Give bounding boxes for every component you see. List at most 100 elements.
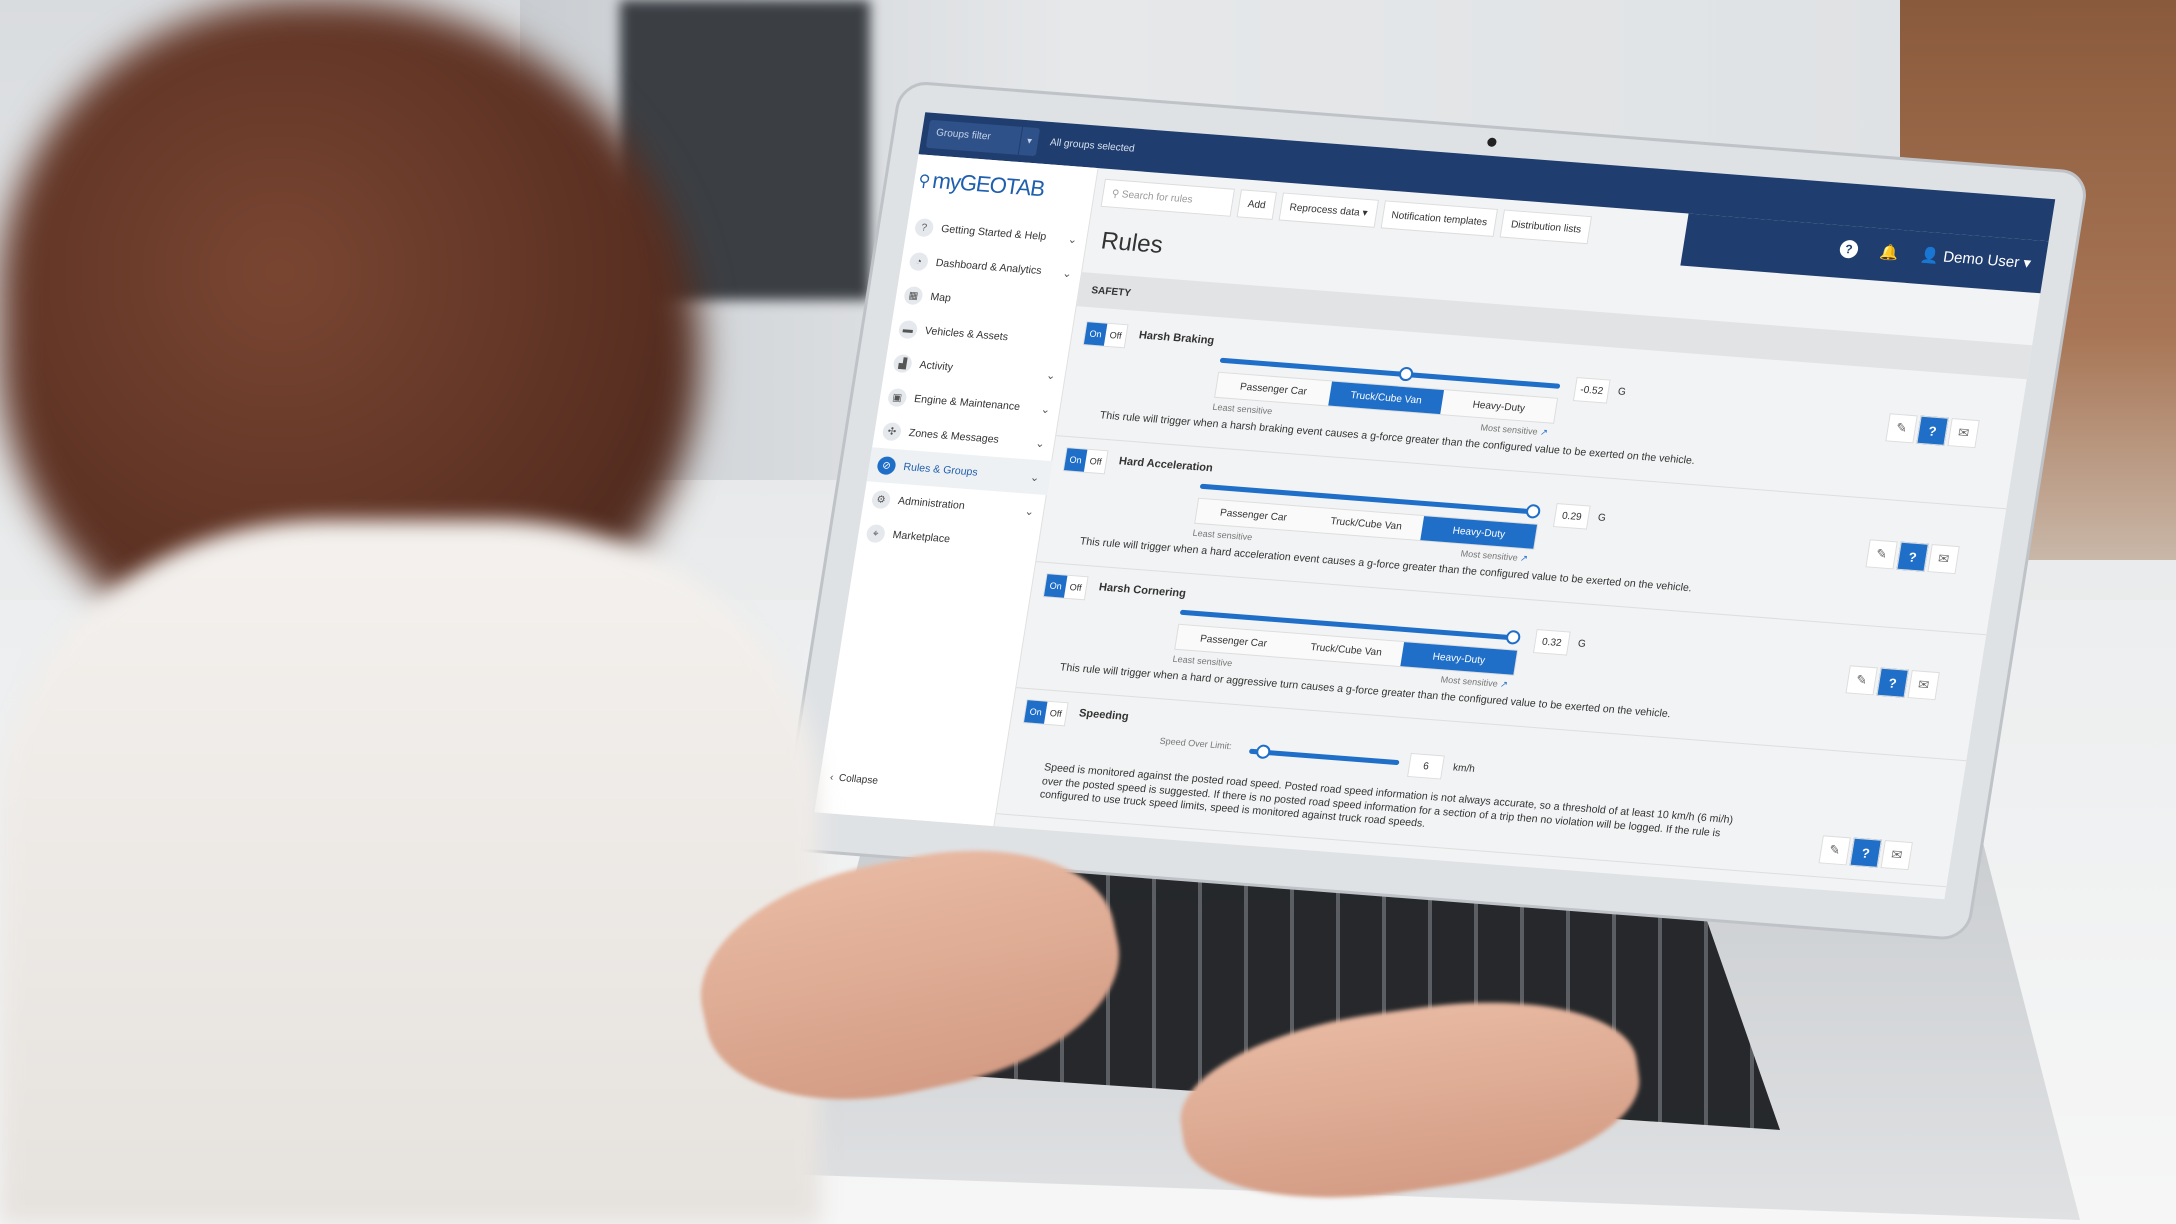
rules-page: Rules SAFETY On Off Harsh Braking Passeng…	[994, 220, 2040, 899]
most-sensitive-link[interactable]: Most sensitive ↗	[1440, 674, 1509, 690]
preset-option[interactable]: Truck/Cube Van	[1308, 507, 1424, 540]
user-name: Demo User	[1941, 248, 2021, 272]
on-off-toggle[interactable]: On Off	[1062, 447, 1109, 475]
activity-chart-icon: ▟	[892, 353, 914, 374]
external-link-icon: ↗	[1499, 678, 1509, 690]
rule-name: Harsh Cornering	[1098, 581, 1187, 600]
preset-option[interactable]: Passenger Car	[1195, 499, 1311, 532]
chevron-down-icon[interactable]: ⌄	[1029, 470, 1040, 484]
add-button[interactable]: Add	[1236, 189, 1277, 220]
chevron-down-icon[interactable]: ⌄	[1040, 402, 1051, 416]
help-button[interactable]: ?	[1896, 541, 1929, 572]
rule-actions: ✎? ✉	[1865, 539, 1960, 575]
threshold-value-input[interactable]: 0.29	[1552, 503, 1591, 530]
rules-icon: ⊘	[876, 455, 897, 476]
truck-icon: ▬	[897, 319, 919, 340]
preset-option[interactable]: Heavy-Duty	[1400, 642, 1518, 675]
sidebar-item-label: Marketplace	[891, 528, 951, 546]
toggle-off[interactable]: Off	[1064, 576, 1087, 600]
preset-option[interactable]: Heavy-Duty	[1441, 390, 1557, 423]
slider-handle[interactable]	[1398, 366, 1415, 382]
rule-name: Harsh Braking	[1137, 329, 1216, 348]
threshold-value-input[interactable]: -0.52	[1572, 377, 1611, 404]
notification-templates-button[interactable]: Notification templates	[1380, 200, 1499, 238]
chevron-down-icon[interactable]: ⌄	[1035, 436, 1046, 450]
threshold-value-input[interactable]: 0.32	[1532, 629, 1571, 656]
pencil-icon[interactable]: ✎	[1845, 665, 1878, 696]
reprocess-label: Reprocess data	[1288, 201, 1361, 219]
collapse-label: Collapse	[838, 772, 879, 787]
sidebar-item-label: Dashboard & Analytics	[934, 256, 1043, 278]
speed-value-input[interactable]: 6	[1407, 752, 1445, 780]
sidebar-item-label: Map	[929, 290, 952, 305]
speed-over-limit-label: Speed Over Limit:	[1158, 735, 1233, 752]
rule-actions: ✎? ✉	[1845, 665, 1940, 701]
toggle-off[interactable]: Off	[1084, 450, 1107, 474]
preset-option[interactable]: Truck/Cube Van	[1327, 381, 1445, 415]
most-sensitive-link[interactable]: Most sensitive ↗	[1460, 548, 1529, 564]
page-title: Rules	[1099, 227, 1165, 259]
mygeotab-app: Groups filter ▼ All groups selected ⚲ myG…	[814, 112, 2056, 900]
chevron-down-icon[interactable]: ⌄	[1067, 232, 1078, 246]
sidebar-item-label: Zones & Messages	[907, 426, 1000, 446]
help-button[interactable]: ?	[1916, 415, 1949, 446]
unit-label: G	[1577, 638, 1587, 650]
slider-handle[interactable]	[1525, 503, 1542, 519]
logo-geotab: GEOTAB	[958, 169, 1047, 202]
unit-label: km/h	[1452, 762, 1476, 775]
groups-value: All groups selected	[1049, 137, 1136, 155]
slider-handle[interactable]	[1505, 629, 1522, 645]
sidebar-item-label: Engine & Maintenance	[913, 392, 1021, 414]
logo: myGEOTAB	[931, 168, 1047, 203]
external-link-icon: ↗	[1519, 552, 1529, 564]
user-menu[interactable]: 👤 Demo User ▾	[1919, 246, 2032, 272]
search-placeholder: Search for rules	[1121, 188, 1194, 206]
pencil-icon[interactable]: ✎	[1818, 835, 1851, 866]
bell-icon[interactable]: 🔔	[1878, 243, 1900, 262]
pencil-icon[interactable]: ✎	[1885, 413, 1918, 444]
envelope-icon[interactable]: ✉	[1880, 840, 1913, 871]
help-button[interactable]: ?	[1876, 667, 1909, 698]
least-sensitive-label: Least sensitive	[1171, 653, 1234, 669]
distribution-lists-button[interactable]: Distribution lists	[1499, 209, 1593, 245]
caret-down-icon[interactable]: ▼	[1017, 126, 1041, 157]
person-body	[0, 520, 820, 1224]
pencil-icon[interactable]: ✎	[1865, 539, 1898, 570]
engine-icon: ▣	[886, 387, 908, 408]
envelope-icon[interactable]: ✉	[1907, 670, 1940, 701]
search-input[interactable]: ⚲ Search for rules	[1100, 178, 1236, 217]
search-icon[interactable]: ⚲	[917, 171, 932, 192]
most-sensitive-link[interactable]: Most sensitive ↗	[1480, 422, 1549, 438]
most-sensitive-label: Most sensitive	[1459, 548, 1519, 563]
on-off-toggle[interactable]: On Off	[1022, 699, 1069, 727]
rule-name: Speeding	[1078, 707, 1130, 724]
groups-filter[interactable]: Groups filter ▼	[925, 119, 1041, 157]
help-button[interactable]: ?	[1849, 837, 1882, 868]
preset-option[interactable]: Passenger Car	[1175, 625, 1291, 658]
sidebar-item-label: Administration	[897, 494, 966, 513]
unit-label: G	[1616, 386, 1627, 398]
help-icon: ?	[913, 217, 935, 238]
help-icon[interactable]: ?	[1838, 239, 1860, 259]
on-off-toggle[interactable]: On Off	[1042, 573, 1089, 601]
chevron-down-icon[interactable]: ⌄	[1024, 504, 1035, 518]
toggle-off[interactable]: Off	[1104, 324, 1127, 348]
envelope-icon[interactable]: ✉	[1927, 544, 1960, 575]
speed-slider[interactable]	[1248, 744, 1400, 766]
preset-option[interactable]: Truck/Cube Van	[1288, 633, 1404, 666]
collapse-button[interactable]: ‹ Collapse	[829, 772, 879, 787]
chevron-down-icon[interactable]: ⌄	[1045, 368, 1056, 382]
preset-option[interactable]: Heavy-Duty	[1420, 516, 1538, 549]
reprocess-data-button[interactable]: Reprocess data ▾	[1278, 192, 1379, 228]
on-off-toggle[interactable]: On Off	[1082, 321, 1129, 349]
preset-option[interactable]: Passenger Car	[1215, 373, 1331, 406]
unit-label: G	[1597, 512, 1607, 524]
least-sensitive-label: Least sensitive	[1211, 401, 1273, 417]
sidebar-item-label: Getting Started & Help	[940, 222, 1048, 244]
most-sensitive-label: Most sensitive	[1479, 422, 1539, 437]
toggle-off[interactable]: Off	[1044, 702, 1067, 726]
slider-handle[interactable]	[1254, 744, 1272, 760]
chevron-down-icon[interactable]: ⌄	[1062, 266, 1073, 280]
envelope-icon[interactable]: ✉	[1947, 418, 1980, 449]
map-icon: ▦	[902, 285, 924, 306]
